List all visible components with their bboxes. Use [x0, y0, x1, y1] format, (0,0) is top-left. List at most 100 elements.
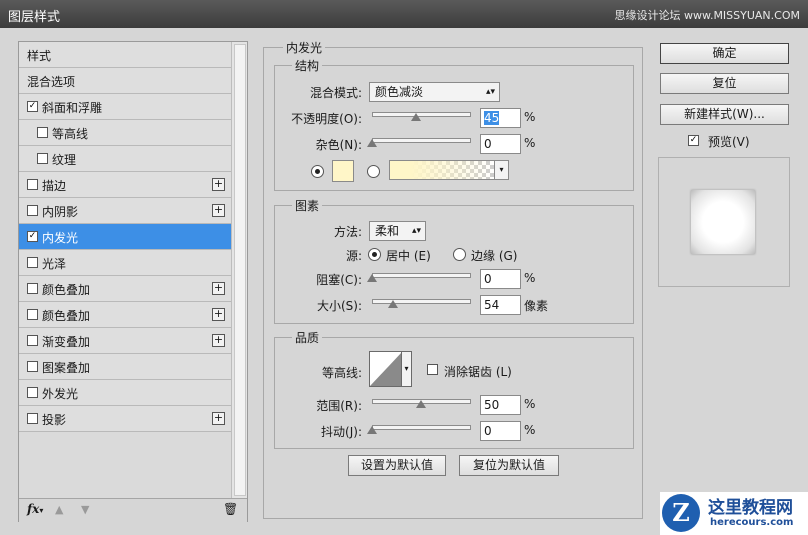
style-list-label: 内阴影 — [42, 205, 79, 219]
style-list-item[interactable]: 图案叠加 — [19, 354, 231, 380]
style-list-item[interactable]: 样式 — [19, 42, 231, 68]
add-effect-icon[interactable]: + — [212, 334, 225, 347]
add-effect-icon[interactable]: + — [212, 178, 225, 191]
style-list-item[interactable]: 等高线 — [19, 120, 231, 146]
style-list-label: 描边 — [42, 179, 67, 193]
style-list-item[interactable]: 内阴影 + — [19, 198, 231, 224]
jitter-slider[interactable] — [372, 425, 471, 430]
style-list-item[interactable]: 颜色叠加 + — [19, 276, 231, 302]
method-label: 方法: — [333, 225, 362, 239]
style-checkbox[interactable] — [27, 205, 38, 216]
source-edge-radio[interactable] — [453, 248, 466, 261]
choke-slider-knob[interactable] — [367, 274, 377, 282]
source-center-label[interactable]: 居中 (E) — [386, 247, 431, 264]
noise-slider[interactable] — [372, 138, 471, 143]
opacity-value: 45 — [484, 111, 500, 125]
style-checkbox[interactable] — [27, 361, 38, 372]
color-radio[interactable] — [311, 165, 324, 178]
size-unit: 像素 — [524, 299, 549, 313]
size-slider-knob[interactable] — [388, 300, 399, 308]
opacity-input[interactable]: 45 — [480, 108, 521, 128]
noise-unit: % — [524, 136, 536, 150]
gradient-radio[interactable] — [367, 165, 380, 178]
trash-icon[interactable]: 🗑 — [223, 502, 238, 516]
opacity-slider[interactable] — [372, 112, 471, 117]
styles-list-toolbar: fx▾ ▲ ▼ 🗑 — [19, 498, 247, 522]
reset-default-button[interactable]: 复位为默认值 — [459, 455, 559, 476]
move-up-icon[interactable]: ▲ — [55, 503, 63, 516]
styles-list-scrollbar[interactable] — [231, 42, 247, 498]
structure-title: 结构 — [292, 57, 323, 74]
choke-input[interactable]: 0 — [480, 269, 521, 289]
gradient-swatch[interactable] — [389, 160, 496, 180]
style-list-item[interactable]: 渐变叠加 + — [19, 328, 231, 354]
fx-button[interactable]: fx▾ — [27, 502, 43, 516]
gradient-dropdown-arrow-icon[interactable]: ▾ — [494, 160, 509, 180]
style-checkbox[interactable] — [27, 413, 38, 424]
style-list-item[interactable]: 光泽 — [19, 250, 231, 276]
range-input[interactable]: 50 — [480, 395, 521, 415]
style-checkbox[interactable] — [37, 153, 48, 164]
style-list-item[interactable]: 混合选项 — [19, 68, 231, 94]
add-effect-icon[interactable]: + — [212, 412, 225, 425]
blend-mode-value: 颜色减淡 — [375, 85, 424, 99]
style-list-item[interactable]: 描边 + — [19, 172, 231, 198]
range-slider-knob[interactable] — [415, 400, 426, 408]
jitter-input[interactable]: 0 — [480, 421, 521, 441]
jitter-value: 0 — [484, 424, 492, 438]
size-value: 54 — [484, 298, 500, 312]
style-checkbox[interactable] — [27, 257, 38, 268]
style-list-item[interactable]: 投影 + — [19, 406, 231, 432]
style-checkbox[interactable] — [27, 335, 38, 346]
source-center-radio[interactable] — [368, 248, 381, 261]
updown-arrow-icon: ▴▾ — [411, 226, 421, 236]
size-slider[interactable] — [372, 299, 471, 304]
scrollbar-thumb[interactable] — [234, 44, 246, 496]
style-checkbox[interactable] — [37, 127, 48, 138]
style-list-item[interactable]: 外发光 — [19, 380, 231, 406]
ok-button[interactable]: 确定 — [660, 43, 789, 64]
opacity-slider-knob[interactable] — [410, 113, 421, 121]
glow-color-swatch[interactable] — [332, 160, 354, 182]
jitter-slider-knob[interactable] — [367, 426, 377, 434]
preview-label[interactable]: 预览(V) — [708, 133, 750, 150]
logo-mark: Z — [662, 494, 700, 532]
style-checkbox[interactable]: ✓ — [27, 101, 38, 112]
size-input[interactable]: 54 — [480, 295, 521, 315]
source-edge-label[interactable]: 边缘 (G) — [471, 247, 517, 264]
anti-alias-label[interactable]: 消除锯齿 (L) — [444, 363, 512, 380]
source-label: 源: — [345, 249, 362, 263]
elements-title: 图素 — [292, 197, 323, 214]
style-checkbox[interactable] — [27, 179, 38, 190]
style-list-label: 图案叠加 — [42, 361, 91, 375]
method-select[interactable]: 柔和 ▴▾ — [369, 221, 426, 241]
style-checkbox[interactable]: ✓ — [27, 231, 38, 242]
contour-dropdown-arrow-icon[interactable]: ▾ — [401, 351, 412, 387]
style-checkbox[interactable] — [27, 387, 38, 398]
move-down-icon[interactable]: ▼ — [81, 503, 89, 516]
blend-mode-select[interactable]: 颜色减淡 ▴▾ — [369, 82, 500, 102]
set-default-button[interactable]: 设置为默认值 — [348, 455, 446, 476]
style-list-item[interactable]: ✓ 内发光 — [19, 224, 231, 250]
styles-list-panel: 样式 混合选项 ✓ 斜面和浮雕 等高线 纹理 描边 + 内阴影 + ✓ 内发光 光泽 颜色叠加 + 颜色叠加 +… — [18, 41, 248, 522]
style-list-item[interactable]: ✓ 斜面和浮雕 — [19, 94, 231, 120]
range-label: 范围(R): — [316, 399, 362, 413]
style-checkbox[interactable] — [27, 309, 38, 320]
contour-picker[interactable] — [369, 351, 403, 387]
style-list-item[interactable]: 纹理 — [19, 146, 231, 172]
preview-swatch — [691, 190, 755, 254]
watermark: 思缘设计论坛 www.MISSYUAN.COM — [614, 9, 800, 22]
blend-mode-label: 混合模式: — [309, 86, 362, 100]
add-effect-icon[interactable]: + — [212, 308, 225, 321]
style-list-item[interactable]: 颜色叠加 + — [19, 302, 231, 328]
choke-slider[interactable] — [372, 273, 471, 278]
add-effect-icon[interactable]: + — [212, 204, 225, 217]
noise-slider-knob[interactable] — [367, 139, 377, 147]
style-checkbox[interactable] — [27, 283, 38, 294]
anti-alias-checkbox[interactable] — [427, 364, 438, 375]
add-effect-icon[interactable]: + — [212, 282, 225, 295]
noise-input[interactable]: 0 — [480, 134, 521, 154]
preview-checkbox[interactable]: ✓ — [688, 135, 699, 146]
reset-button[interactable]: 复位 — [660, 73, 789, 94]
new-style-button[interactable]: 新建样式(W)... — [660, 104, 789, 125]
